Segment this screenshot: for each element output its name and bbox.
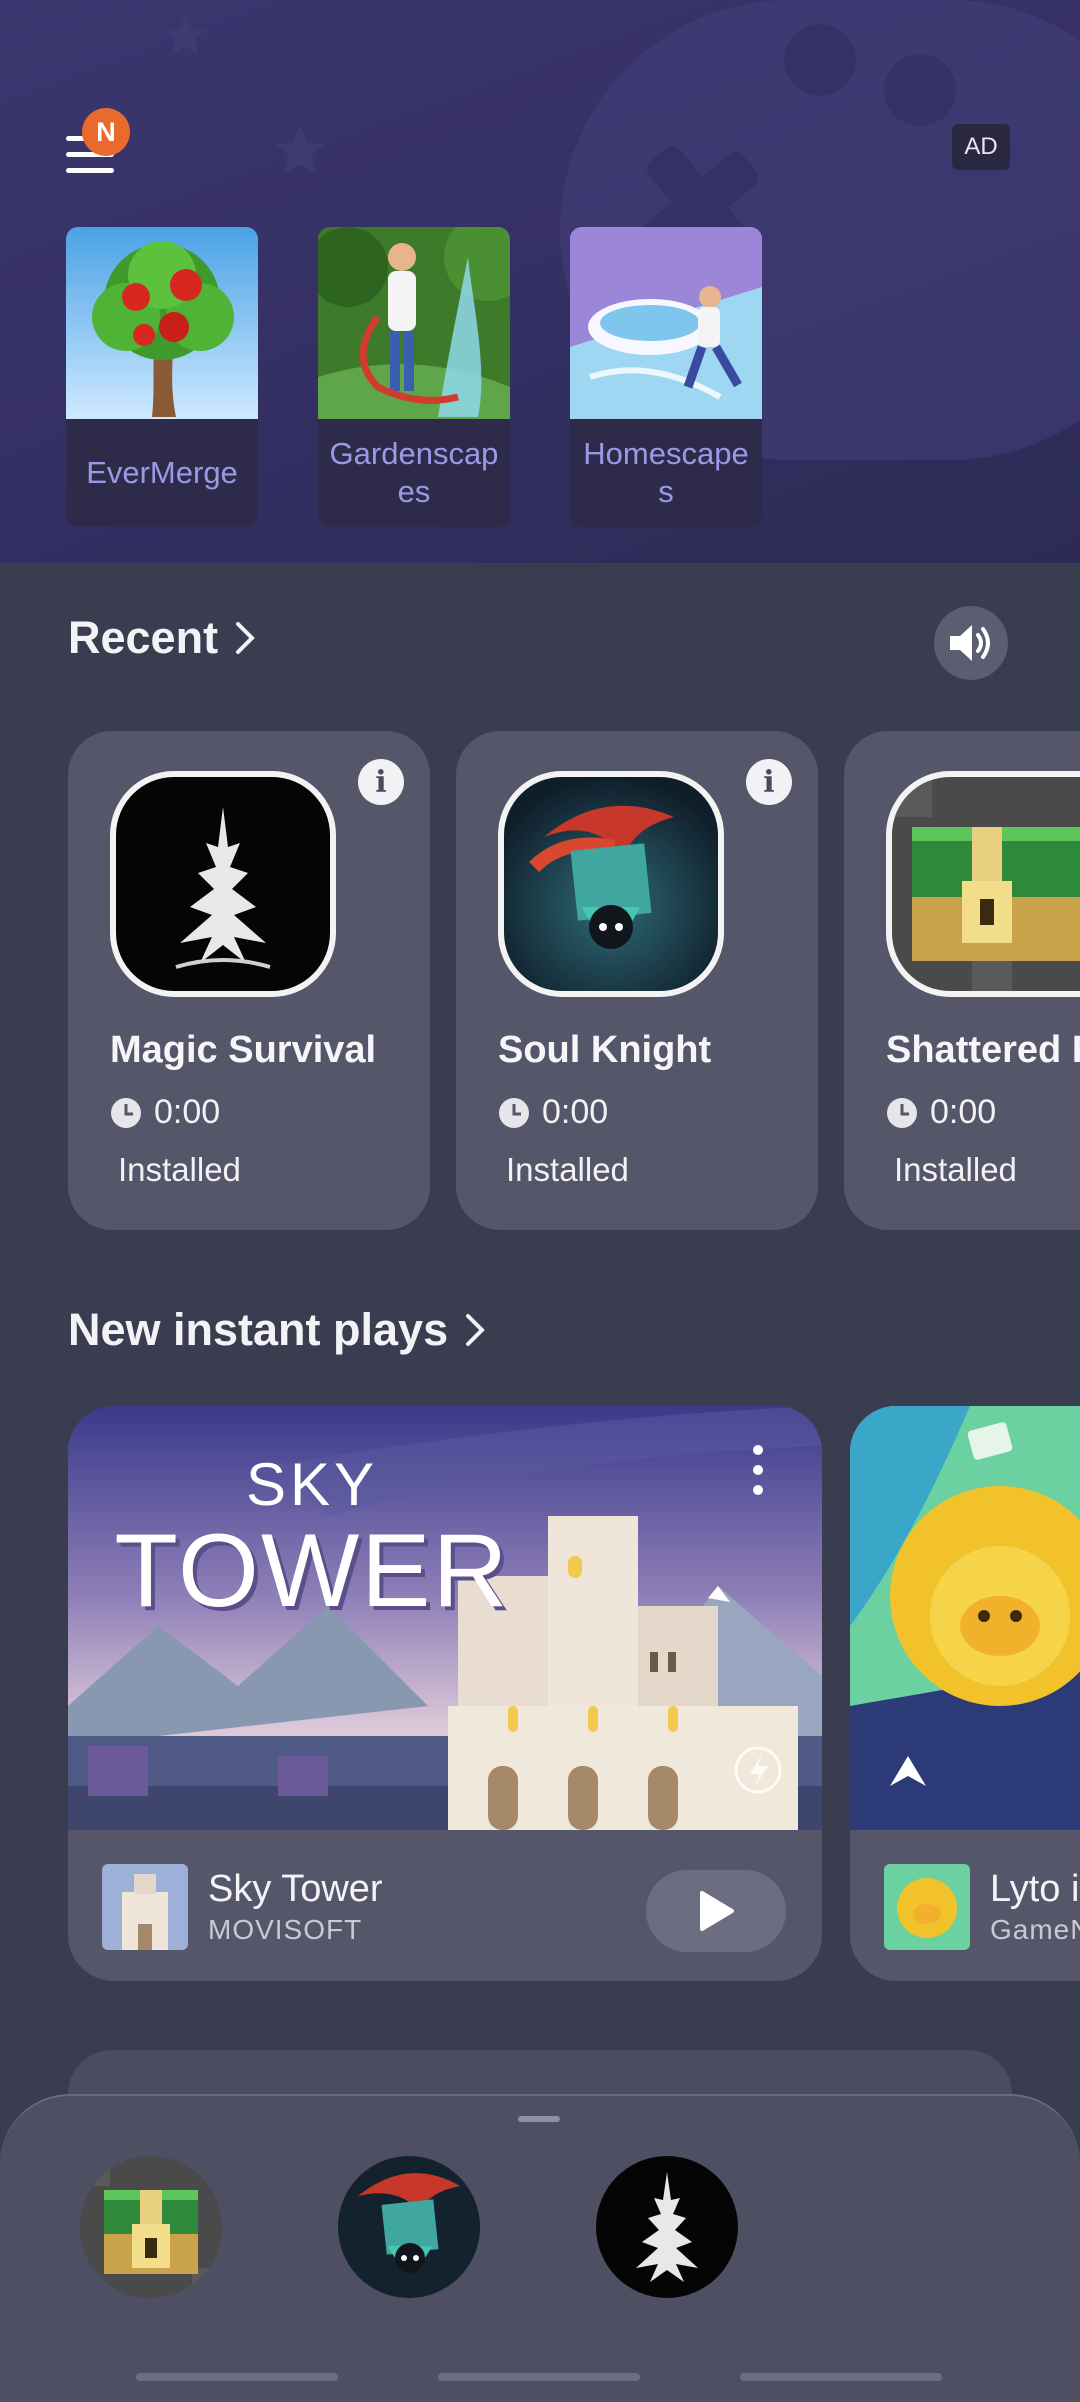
recent-game-card[interactable]: i Magic Survival 0:00 Installed: [68, 731, 430, 1230]
game-thumbnail: [884, 1864, 970, 1950]
game-thumbnail: [102, 1864, 188, 1950]
ad-card-homescapes[interactable]: Homescapes: [570, 227, 762, 527]
soul-knight-icon: [338, 2156, 480, 2298]
game-title: Soul Knight: [498, 1029, 712, 1071]
game-title: Shattered P: [886, 1029, 1080, 1071]
recent-game-card[interactable]: Shattered P 0:00 Installed: [844, 731, 1080, 1230]
clock-icon: [111, 1097, 141, 1128]
star-decoration-icon: [164, 14, 206, 55]
star-decoration-icon: [275, 125, 325, 174]
game-title: Lyto i: [990, 1868, 1080, 1910]
dock-game-icon[interactable]: [80, 2156, 222, 2298]
chevron-right-icon: [466, 1314, 485, 1346]
banner-logo-line1: SKY: [245, 1451, 379, 1518]
ad-name: Gardenscapes: [329, 436, 499, 509]
ad-card-gardenscapes[interactable]: Gardenscapes: [318, 227, 510, 527]
more-options-icon[interactable]: [752, 1444, 764, 1496]
game-title: Sky Tower: [208, 1868, 383, 1910]
soul-knight-icon: [504, 777, 718, 991]
lyto-thumbnail-icon: [884, 1864, 970, 1950]
info-button[interactable]: i: [358, 759, 404, 805]
section-title: Recent: [68, 612, 219, 663]
game-icon: [886, 771, 1080, 997]
nav-indicator[interactable]: [740, 2373, 942, 2381]
ad-name: Homescapes: [583, 436, 749, 509]
playtime: 0:00: [542, 1093, 609, 1131]
install-status: Installed: [118, 1151, 241, 1188]
ad-label: AD: [952, 124, 1010, 170]
play-button[interactable]: [646, 1870, 786, 1952]
treasure-chest-icon: [80, 2156, 222, 2298]
playtime-row: 0:00: [886, 1093, 996, 1132]
playtime: 0:00: [154, 1093, 221, 1131]
dock-game-icon[interactable]: [596, 2156, 738, 2298]
banner-logo-line2: TOWER: [114, 1513, 510, 1629]
nav-indicator[interactable]: [136, 2373, 338, 2381]
speaker-icon: [950, 625, 990, 661]
sky-tower-thumbnail-icon: [102, 1864, 188, 1950]
section-title: New instant plays: [68, 1304, 449, 1355]
notification-badge: N: [82, 108, 130, 156]
game-title: Magic Survival: [110, 1029, 377, 1071]
instant-play-card[interactable]: SKY TOWER Sky Tower MOVISOFT: [68, 1406, 822, 1981]
game-developer: MOVISOFT: [208, 1914, 363, 1945]
instant-play-card[interactable]: Lyto i GameN: [850, 1406, 1080, 1981]
treasure-chest-icon: [892, 777, 1080, 991]
magic-survival-icon: [116, 777, 330, 991]
garden-hose-icon: [318, 227, 510, 419]
magic-survival-icon: [596, 2156, 738, 2298]
clock-icon: [499, 1097, 529, 1128]
nav-indicator[interactable]: [438, 2373, 640, 2381]
play-icon: [700, 1891, 734, 1931]
game-icon: [498, 771, 724, 997]
playtime-row: 0:00: [110, 1093, 220, 1132]
playtime-row: 0:00: [498, 1093, 608, 1132]
sheet-handle[interactable]: [518, 2116, 560, 2122]
sound-toggle-button[interactable]: [934, 606, 1008, 680]
install-status: Installed: [506, 1151, 629, 1188]
playtime: 0:00: [930, 1093, 997, 1131]
bathtub-icon: [570, 227, 762, 419]
info-button[interactable]: i: [746, 759, 792, 805]
instant-plays-section-header[interactable]: New instant plays: [68, 1304, 486, 1356]
chevron-right-icon: [236, 622, 255, 654]
ad-name: EverMerge: [86, 455, 238, 490]
banner-logo: SKY TOWER: [102, 1450, 522, 1623]
recent-game-card[interactable]: i Soul Knight 0:00 Installed: [456, 731, 818, 1230]
ad-card-evermerge[interactable]: EverMerge: [66, 227, 258, 527]
lyto-banner: [850, 1406, 1080, 1830]
apple-tree-icon: [66, 227, 258, 419]
game-developer: GameN: [990, 1914, 1080, 1945]
install-status: Installed: [894, 1151, 1017, 1188]
recent-section-header[interactable]: Recent: [68, 612, 256, 664]
clock-icon: [887, 1097, 917, 1128]
dock-game-icon[interactable]: [338, 2156, 480, 2298]
game-icon: [110, 771, 336, 997]
